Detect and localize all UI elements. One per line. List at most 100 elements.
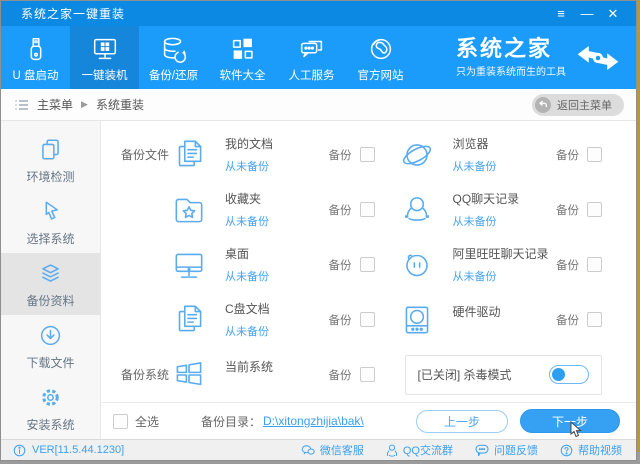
item-status: 从未备份 xyxy=(225,158,273,174)
backup-label: 备份 xyxy=(329,312,352,328)
brand: 系统之家 只为重装系统而生的工具 xyxy=(456,26,636,89)
desktop-background: 系统之家一键重装 ≡ — ✕ U 盘启动 xyxy=(0,0,640,464)
backup-label: 备份 xyxy=(556,257,579,273)
onekey-monitor-icon xyxy=(90,34,120,64)
antivirus-mode-label: [已关闭] 杀毒模式 xyxy=(418,366,512,383)
item-status: 从未备份 xyxy=(225,323,270,339)
info-icon xyxy=(13,444,26,457)
backup-label: 备份 xyxy=(556,202,579,218)
back-button-label: 返回主菜单 xyxy=(557,97,612,113)
breadcrumb-current: 系统重装 xyxy=(96,96,144,113)
backup-checkbox[interactable] xyxy=(587,147,602,162)
backup-row: 桌面 从未备份 备份 xyxy=(101,237,636,292)
step-sidebar: 环境检测 选择系统 备份资料 xyxy=(1,121,101,439)
menu-list-icon xyxy=(15,99,29,111)
website-globe-icon xyxy=(366,34,396,64)
backup-item-wangwang-history: 阿里旺旺聊天记录 从未备份 备份 xyxy=(397,245,637,285)
back-to-main-button[interactable]: 返回主菜单 xyxy=(532,94,624,116)
feedback-bubble-icon xyxy=(475,444,489,456)
sidebar-label: 环境检测 xyxy=(26,168,74,185)
backup-checkbox[interactable] xyxy=(360,257,375,272)
next-step-label: 下一步 xyxy=(552,413,588,430)
statusbar-link-label: 问题反馈 xyxy=(494,442,538,458)
sidebar-item-select-system[interactable]: 选择系统 xyxy=(1,191,100,253)
statusbar-link-label: QQ交流群 xyxy=(403,442,453,458)
backup-checkbox[interactable] xyxy=(587,312,602,327)
app-window: 系统之家一键重装 ≡ — ✕ U 盘启动 xyxy=(0,0,637,461)
backup-checkbox[interactable] xyxy=(360,367,375,382)
item-status: 从未备份 xyxy=(453,158,497,174)
nav-service[interactable]: 人工服务 xyxy=(277,26,346,89)
status-bar: VER[11.5.44.1230] 微信客服 QQ交流群 xyxy=(1,439,636,460)
backup-row: 收藏夹 从未备份 备份 xyxy=(101,182,636,237)
item-status xyxy=(225,381,273,392)
nav-backup-restore[interactable]: 备份/还原 xyxy=(139,26,208,89)
backup-item-hardware-driver: 硬件驱动 备份 xyxy=(397,300,637,340)
qq-group-icon xyxy=(386,444,398,457)
select-all-checkbox[interactable] xyxy=(113,414,128,429)
top-nav: U 盘启动 一键装机 xyxy=(1,26,636,89)
sidebar-item-backup-data[interactable]: 备份资料 xyxy=(1,253,100,315)
nav-software[interactable]: 软件大全 xyxy=(208,26,277,89)
next-step-button[interactable]: 下一步 xyxy=(520,409,620,433)
nav-onekey-install[interactable]: 一键装机 xyxy=(70,26,139,89)
backup-item-my-documents: 我的文档 从未备份 备份 xyxy=(169,135,397,175)
item-title: 当前系统 xyxy=(225,358,273,375)
qq-group-link[interactable]: QQ交流群 xyxy=(386,442,453,458)
backup-item-favorites: 收藏夹 从未备份 备份 xyxy=(169,190,397,230)
sidebar-item-download-files[interactable]: 下载文件 xyxy=(1,315,100,377)
nav-label: U 盘启动 xyxy=(13,67,59,83)
item-title: 我的文档 xyxy=(225,135,273,152)
sidebar-label: 安装系统 xyxy=(26,416,74,433)
item-title: 硬件驱动 xyxy=(453,303,501,320)
sidebar-label: 备份资料 xyxy=(26,292,74,309)
sidebar-item-env-check[interactable]: 环境检测 xyxy=(1,129,100,191)
close-icon[interactable]: ✕ xyxy=(600,1,626,26)
item-status: 从未备份 xyxy=(453,268,549,284)
backup-row: C盘文档 从未备份 备份 xyxy=(101,292,636,347)
section-label-system: 备份系统 xyxy=(101,366,169,383)
prev-step-button[interactable]: 上一步 xyxy=(416,410,508,433)
nav-label: 软件大全 xyxy=(220,67,266,83)
backup-dir-link[interactable]: D:\xitongzhijia\bak\ xyxy=(263,414,364,428)
backup-row: 备份文件 我的文档 从未备份 xyxy=(101,127,636,182)
nav-label: 一键装机 xyxy=(82,67,128,83)
usb-icon xyxy=(21,34,51,64)
help-circle-icon xyxy=(560,444,573,457)
menu-icon[interactable]: ≡ xyxy=(548,1,574,26)
statusbar-link-label: 微信客服 xyxy=(320,442,364,458)
backup-checkbox[interactable] xyxy=(360,312,375,327)
qq-penguin-icon xyxy=(397,190,437,230)
backup-panel: 备份文件 我的文档 从未备份 xyxy=(101,121,636,439)
backup-grid: 备份文件 我的文档 从未备份 xyxy=(101,121,636,402)
backup-label: 备份 xyxy=(556,147,579,163)
nav-website[interactable]: 官方网站 xyxy=(346,26,415,89)
item-title: 阿里旺旺聊天记录 xyxy=(453,245,549,262)
breadcrumb-root[interactable]: 主菜单 xyxy=(37,96,73,113)
help-video-link[interactable]: 帮助视频 xyxy=(560,442,622,458)
wangwang-bubble-icon xyxy=(397,245,437,285)
sidebar-item-install-system[interactable]: 安装系统 xyxy=(1,377,100,439)
breadcrumb-separator: ▶ xyxy=(81,99,88,110)
brand-tagline: 只为重装系统而生的工具 xyxy=(456,63,566,78)
software-grid-icon xyxy=(228,34,258,64)
antivirus-cell: [已关闭] 杀毒模式 xyxy=(397,355,637,395)
select-all-control: 全选 xyxy=(113,413,159,430)
wechat-support-link[interactable]: 微信客服 xyxy=(301,442,364,458)
minimize-icon[interactable]: — xyxy=(574,1,600,26)
antivirus-toggle[interactable] xyxy=(549,365,589,384)
backup-checkbox[interactable] xyxy=(360,147,375,162)
download-icon xyxy=(37,322,64,349)
backup-checkbox[interactable] xyxy=(587,257,602,272)
feedback-link[interactable]: 问题反馈 xyxy=(475,442,538,458)
backup-checkbox[interactable] xyxy=(360,202,375,217)
backup-restore-icon xyxy=(159,34,189,64)
section-label-files: 备份文件 xyxy=(101,146,169,163)
item-title: 浏览器 xyxy=(453,135,497,152)
backup-item-cdrive-docs: C盘文档 从未备份 备份 xyxy=(169,300,397,340)
backup-checkbox[interactable] xyxy=(587,202,602,217)
backup-item-qq-history: QQ聊天记录 从未备份 备份 xyxy=(397,190,637,230)
nav-usb-boot[interactable]: U 盘启动 xyxy=(1,26,70,89)
nav-label: 官方网站 xyxy=(358,67,404,83)
nav-label: 人工服务 xyxy=(289,67,335,83)
